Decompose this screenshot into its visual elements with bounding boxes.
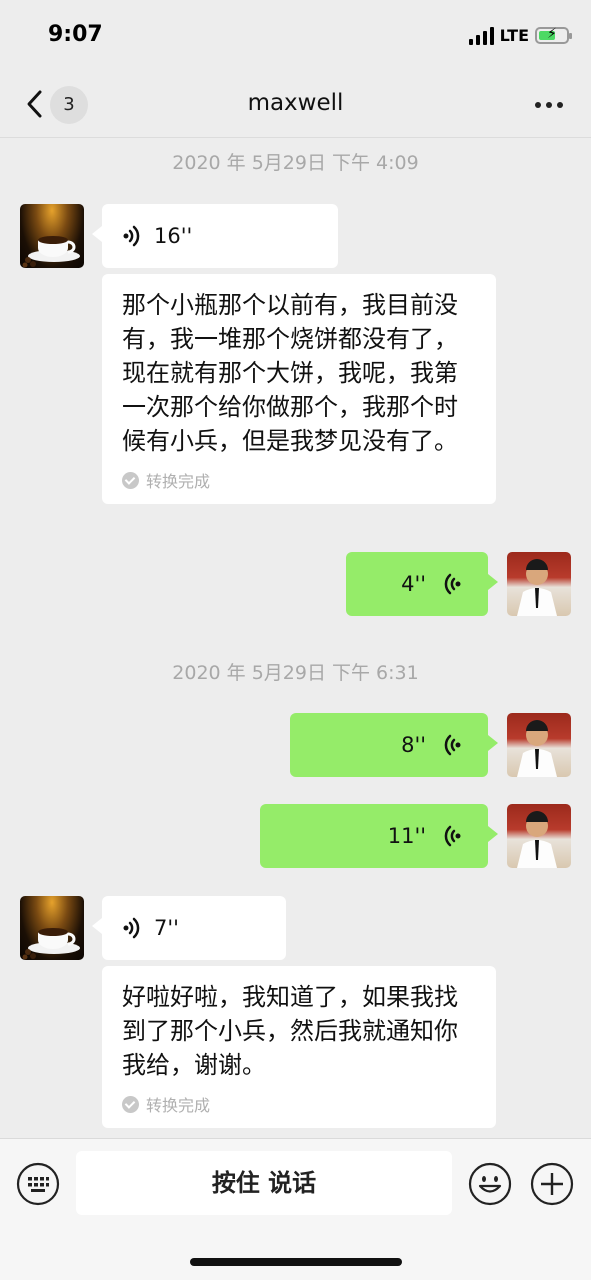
- voice-message-bubble[interactable]: 11'': [260, 804, 498, 868]
- battery-icon: ⚡: [535, 26, 572, 44]
- nav-bar: 3 maxwell: [0, 72, 591, 138]
- transcript-bubble[interactable]: 那个小瓶那个以前有，我目前没有，我一堆那个烧饼都没有了，现在就有那个大饼，我呢，…: [102, 274, 496, 504]
- home-indicator[interactable]: [190, 1258, 402, 1266]
- chat-title: maxwell: [247, 90, 344, 116]
- voice-message-bubble[interactable]: 16'': [92, 204, 338, 268]
- transcript-bubble[interactable]: 好啦好啦，我知道了，如果我找到了那个小兵，然后我就通知你我给，谢谢。 转换完成: [102, 966, 496, 1128]
- network-label: LTE: [499, 26, 529, 45]
- voice-wave-icon: [123, 917, 140, 939]
- voice-duration: 7'': [154, 916, 179, 940]
- voice-wave-icon: [123, 225, 140, 247]
- transcript-status: 转换完成: [146, 472, 211, 491]
- hold-to-talk-button[interactable]: 按住 说话: [76, 1151, 452, 1215]
- voice-message-bubble[interactable]: 4'': [346, 552, 498, 616]
- avatar[interactable]: [20, 896, 84, 960]
- person-avatar-icon: [517, 720, 557, 777]
- coffee-cup-icon: [22, 236, 80, 268]
- voice-wave-icon: [444, 825, 461, 847]
- avatar[interactable]: [507, 804, 571, 868]
- transcript-text: 那个小瓶那个以前有，我目前没有，我一堆那个烧饼都没有了，现在就有那个大饼，我呢，…: [122, 291, 458, 455]
- keyboard-icon[interactable]: [16, 1162, 60, 1206]
- smiley-icon[interactable]: [467, 1161, 513, 1207]
- charging-icon: ⚡: [547, 26, 557, 42]
- voice-duration: 4'': [401, 572, 426, 596]
- voice-duration: 8'': [401, 733, 426, 757]
- timestamp: 2020 年 5月29日 下午 6:31: [172, 662, 419, 684]
- check-circle-icon: [122, 471, 139, 489]
- voice-wave-icon: [444, 734, 461, 756]
- voice-message-bubble[interactable]: 7'': [92, 896, 286, 960]
- plus-circle-icon[interactable]: [529, 1161, 575, 1207]
- status-indicators: LTE ⚡: [468, 26, 572, 45]
- signal-icon: [468, 26, 494, 45]
- avatar[interactable]: [507, 713, 571, 777]
- check-circle-icon: [122, 1095, 139, 1113]
- status-bar: 9:07 LTE ⚡: [0, 0, 591, 72]
- avatar[interactable]: [507, 552, 571, 616]
- status-time: 9:07: [48, 22, 103, 47]
- transcript-status: 转换完成: [146, 1096, 211, 1115]
- avatar[interactable]: [20, 204, 84, 268]
- timestamp: 2020 年 5月29日 下午 4:09: [172, 152, 419, 174]
- voice-message-bubble[interactable]: 8'': [290, 713, 498, 777]
- ellipsis-icon[interactable]: [535, 102, 563, 108]
- voice-duration: 11'': [387, 824, 426, 848]
- person-avatar-icon: [517, 559, 557, 616]
- transcript-text: 好啦好啦，我知道了，如果我找到了那个小兵，然后我就通知你我给，谢谢。: [122, 983, 458, 1079]
- voice-duration: 16'': [154, 224, 193, 248]
- voice-wave-icon: [444, 573, 461, 595]
- coffee-cup-icon: [22, 928, 80, 960]
- person-avatar-icon: [517, 811, 557, 868]
